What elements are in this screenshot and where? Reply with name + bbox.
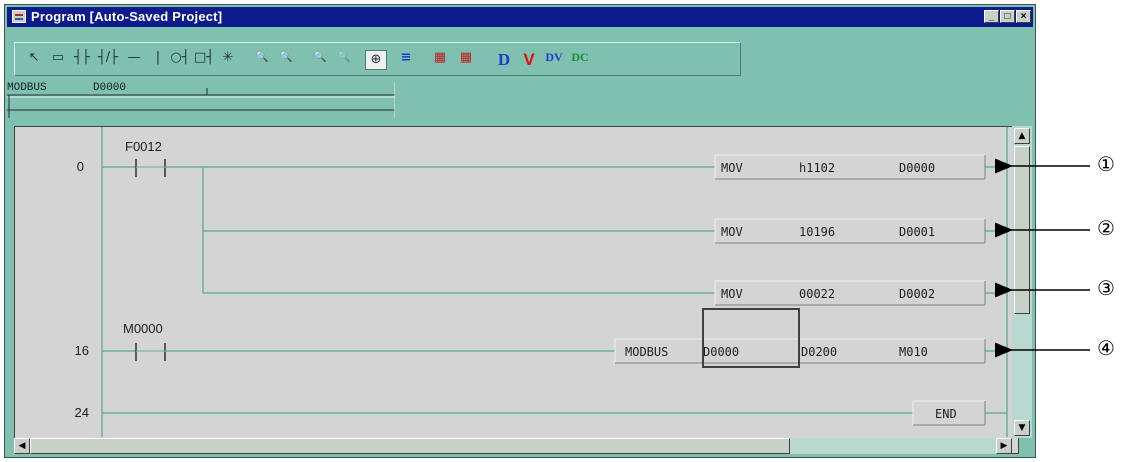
title-bar[interactable]: Program [Auto-Saved Project] _ □ × — [7, 7, 1033, 27]
zoom-reset-icon[interactable]: 🔍 — [333, 50, 355, 70]
box-select-icon[interactable]: ▭ — [47, 50, 69, 70]
zoom-select-icon[interactable]: ⊕ — [365, 50, 387, 70]
input-bar-lines — [7, 82, 395, 118]
no-contact[interactable] — [102, 159, 166, 177]
coil-icon[interactable]: ○┤ — [169, 50, 191, 70]
callout-1: ① — [1097, 152, 1115, 176]
end-instruction[interactable]: END — [912, 400, 986, 426]
horizontal-line-icon[interactable]: — — [123, 50, 145, 70]
device-d-icon[interactable]: D — [493, 50, 515, 70]
scroll-thumb[interactable] — [30, 438, 790, 454]
ladder-editor[interactable]: 0 16 24 F0012 MOV h1102 D0000 MOV 10196 … — [14, 126, 1019, 454]
app-icon[interactable] — [12, 10, 26, 23]
instruction-src: 10196 — [799, 225, 835, 239]
ladder-diagram: 0 16 24 F0012 MOV h1102 D0000 MOV 10196 … — [75, 127, 1008, 437]
instruction-ext: M010 — [899, 345, 928, 359]
nc-contact-icon[interactable]: ┤/├ — [95, 50, 121, 70]
device-v-icon[interactable]: V — [518, 50, 540, 70]
instruction-src: h1102 — [799, 161, 835, 175]
step-number: 0 — [77, 159, 84, 174]
contact-label: F0012 — [125, 139, 162, 154]
vertical-line-icon[interactable]: | — [147, 50, 169, 70]
instruction-dst: D0002 — [899, 287, 935, 301]
end-label: END — [935, 407, 957, 421]
monitor-off-icon[interactable]: ▦ — [455, 50, 477, 70]
callout-4: ④ — [1097, 336, 1115, 360]
invert-icon[interactable]: ✳ — [217, 50, 239, 70]
instruction-op: MOV — [721, 161, 743, 175]
contact-label: M0000 — [123, 321, 163, 336]
window-title: Program [Auto-Saved Project] — [31, 9, 223, 24]
step-number: 24 — [75, 405, 89, 420]
device-dc-icon[interactable]: DC — [569, 50, 591, 70]
monitor-on-icon[interactable]: ▦ — [429, 50, 451, 70]
comment-icon[interactable]: ≡ — [395, 50, 417, 70]
instruction-src: D0000 — [703, 345, 739, 359]
zoom-in-icon[interactable]: 🔍 — [251, 50, 273, 70]
callout-3: ③ — [1097, 276, 1115, 300]
no-contact[interactable] — [102, 343, 166, 361]
instruction-block[interactable]: MOV h1102 D0000 — [714, 154, 986, 180]
instruction-name: MODBUS — [7, 82, 47, 94]
horizontal-scrollbar[interactable]: ◀ ▶ — [14, 438, 1012, 454]
device-dv-icon[interactable]: DV — [543, 50, 565, 70]
instruction-block[interactable]: MOV 00022 D0002 — [714, 280, 986, 306]
instruction-dst: D0000 — [899, 161, 935, 175]
instruction-op: MOV — [721, 287, 743, 301]
instruction-src: 00022 — [799, 287, 835, 301]
no-contact-icon[interactable]: ┤├ — [71, 50, 93, 70]
instruction-input-bar[interactable]: MODBUS D0000 — [7, 82, 395, 118]
zoom-out-icon[interactable]: 🔍 — [275, 50, 297, 70]
function-box-icon[interactable]: □┤ — [193, 50, 215, 70]
scroll-left-icon[interactable]: ◀ — [14, 438, 30, 454]
instruction-dst: D0001 — [899, 225, 935, 239]
zoom-fit-icon[interactable]: 🔍 — [309, 50, 331, 70]
callout-2: ② — [1097, 216, 1115, 240]
instruction-op: MODBUS — [625, 345, 668, 359]
instruction-op: MOV — [721, 225, 743, 239]
instruction-block[interactable]: MOV 10196 D0001 — [714, 218, 986, 244]
instruction-dst: D0200 — [801, 345, 837, 359]
step-number: 16 — [75, 343, 89, 358]
toolbar: ↖ ▭ ┤├ ┤/├ — | ○┤ □┤ ✳ 🔍 🔍 🔍 🔍 ⊕ ≡ ▦ ▦ D… — [14, 42, 741, 76]
select-pointer-icon[interactable]: ↖ — [23, 50, 45, 70]
instruction-operand: D0000 — [93, 82, 127, 94]
